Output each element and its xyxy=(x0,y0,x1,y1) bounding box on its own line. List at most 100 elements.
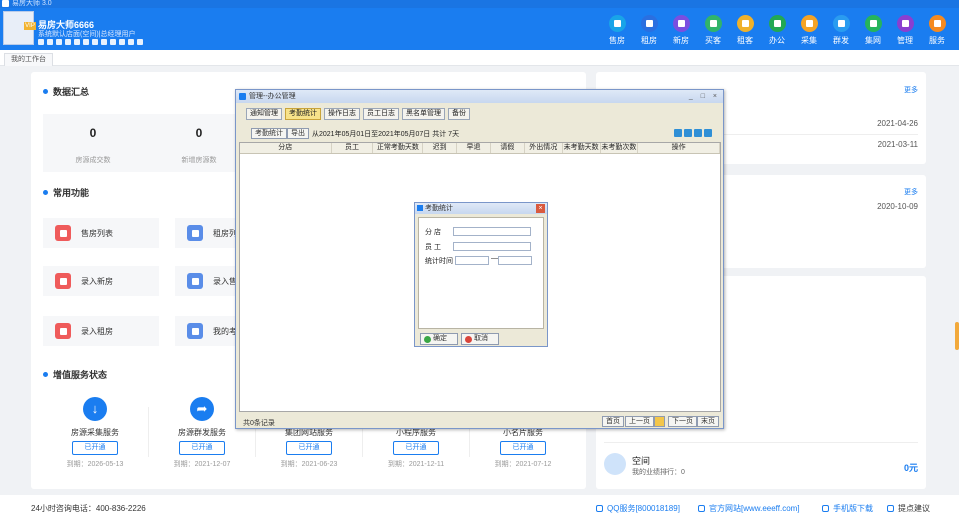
service-card-0: ↓ 房源采集服务已开通到期：2026-05-13 xyxy=(42,397,148,469)
download-icon: ↓ xyxy=(83,397,107,421)
service-status-button[interactable]: 已开通 xyxy=(72,441,118,455)
dialog-form: 分 店 员 工 统计时间 — xyxy=(418,217,544,329)
cancel-button[interactable]: 取消 xyxy=(461,333,499,345)
nav-item-6[interactable]: 采集 xyxy=(793,15,825,46)
last-page-button[interactable]: 末页 xyxy=(697,416,719,427)
office-tab-5[interactable]: 备份 xyxy=(448,108,470,120)
nav-item-4[interactable]: 租客 xyxy=(729,15,761,46)
service-expiry: 到期：2021-12-07 xyxy=(173,461,231,468)
ok-button[interactable]: 确定 xyxy=(420,333,458,345)
mobile-download-link[interactable]: 手机版下载 xyxy=(822,503,873,514)
website-link[interactable]: 官方网站[www.eeeff.com] xyxy=(698,503,800,514)
function-label: 录入新房 xyxy=(81,276,113,286)
main-nav: 售房 租房 新房 买客 租客 办公 采集 群发 集网 管理 服务 xyxy=(601,15,953,46)
office-tabs: 通知管理 考勤统计 操作日志 员工日志 黑名单管理 备份 xyxy=(246,108,470,120)
office-icon xyxy=(768,15,786,32)
column-header[interactable]: 正常考勤天数 xyxy=(373,143,424,153)
star-icon[interactable] xyxy=(65,39,71,45)
news2-more-link[interactable]: 更多 xyxy=(904,187,918,197)
chat-icon[interactable] xyxy=(47,39,53,45)
vip-badge: VIP xyxy=(24,22,36,30)
rank-sub: 我的业绩排行：0 xyxy=(632,469,685,476)
service-status-button[interactable]: 已开通 xyxy=(286,441,332,455)
column-header[interactable]: 员工 xyxy=(332,143,374,153)
service-status-button[interactable]: 已开通 xyxy=(179,441,225,455)
nav-item-8[interactable]: 集网 xyxy=(857,15,889,46)
function-item-0[interactable]: 售房列表 xyxy=(43,218,159,248)
nav-item-1[interactable]: 租房 xyxy=(633,15,665,46)
bell-icon[interactable] xyxy=(56,39,62,45)
lock-icon[interactable] xyxy=(101,39,107,45)
stat-new-listings[interactable]: 0 新增房源数 xyxy=(149,126,249,165)
nav-label: 管理 xyxy=(897,36,913,45)
service-expiry: 到期：2026-05-13 xyxy=(66,461,124,468)
column-header[interactable]: 未考勤天数 xyxy=(563,143,601,153)
start-date-input[interactable] xyxy=(455,256,489,265)
nav-item-5[interactable]: 办公 xyxy=(761,15,793,46)
office-tab-3[interactable]: 员工日志 xyxy=(363,108,399,120)
user-icon[interactable] xyxy=(92,39,98,45)
column-header[interactable]: 早退 xyxy=(457,143,491,153)
calendar-icon[interactable] xyxy=(74,39,80,45)
tab-workbench[interactable]: 我的工作台 xyxy=(4,53,53,66)
power-icon[interactable] xyxy=(137,39,143,45)
service-status-button[interactable]: 已开通 xyxy=(393,441,439,455)
nav-item-0[interactable]: 售房 xyxy=(601,15,633,46)
prev-week-icon[interactable] xyxy=(684,129,692,137)
office-tab-1[interactable]: 考勤统计 xyxy=(285,108,321,120)
hotline: 24小时咨询电话：400-836-2226 xyxy=(31,504,146,513)
settings-icon[interactable] xyxy=(128,39,134,45)
column-header[interactable]: 迟到 xyxy=(423,143,458,153)
note-icon[interactable] xyxy=(83,39,89,45)
column-header[interactable]: 操作 xyxy=(638,143,720,153)
services-title: 增值服务状态 xyxy=(43,368,107,381)
nav-item-2[interactable]: 新房 xyxy=(665,15,697,46)
last-week-icon[interactable] xyxy=(704,129,712,137)
branch-select[interactable] xyxy=(453,227,531,236)
end-date-input[interactable] xyxy=(498,256,532,265)
avatar[interactable]: VIP xyxy=(3,11,36,45)
prev-page-button[interactable]: 上一页 xyxy=(625,416,654,427)
next-page-button[interactable]: 下一页 xyxy=(668,416,697,427)
refresh-icon[interactable] xyxy=(119,39,125,45)
nav-item-7[interactable]: 群发 xyxy=(825,15,857,46)
staff-select[interactable] xyxy=(453,242,531,251)
stat-deals[interactable]: 0 房源成交数 xyxy=(43,126,143,165)
function-item-2[interactable]: 录入新房 xyxy=(43,266,159,296)
next-week-icon[interactable] xyxy=(694,129,702,137)
nav-item-9[interactable]: 管理 xyxy=(889,15,921,46)
office-tab-0[interactable]: 通知管理 xyxy=(246,108,282,120)
office-tab-2[interactable]: 操作日志 xyxy=(324,108,360,120)
service-name: 房源采集服务 xyxy=(71,428,119,437)
service-status-button[interactable]: 已开通 xyxy=(500,441,546,455)
function-label: 录入售 xyxy=(213,276,237,286)
news-more-link[interactable]: 更多 xyxy=(904,85,918,95)
nav-label: 服务 xyxy=(929,36,945,45)
service-expiry: 到期：2021-06-23 xyxy=(280,461,338,468)
office-tab-4[interactable]: 黑名单管理 xyxy=(402,108,445,120)
window-controls[interactable]: _ □ × xyxy=(689,90,720,103)
close-icon[interactable]: × xyxy=(536,204,545,213)
share-icon: ➦ xyxy=(190,397,214,421)
first-page-button[interactable]: 首页 xyxy=(602,416,624,427)
column-header[interactable]: 请假 xyxy=(491,143,525,153)
column-header[interactable]: 分店 xyxy=(240,143,332,153)
attendance-stat-button[interactable]: 考勤统计 xyxy=(251,128,287,139)
nav-item-10[interactable]: 服务 xyxy=(921,15,953,46)
phone-icon[interactable] xyxy=(110,39,116,45)
column-header[interactable]: 外出情况 xyxy=(525,143,563,153)
nav-label: 买客 xyxy=(705,36,721,45)
export-button[interactable]: 导出 xyxy=(287,128,309,139)
side-handle[interactable] xyxy=(955,322,959,350)
function-item-4[interactable]: 录入租房 xyxy=(43,316,159,346)
date-separator: — xyxy=(491,255,498,262)
qq-service-link[interactable]: QQ服务[800018189] xyxy=(596,503,680,514)
dialog-title-text: 考勤统计 xyxy=(425,205,453,212)
first-week-icon[interactable] xyxy=(674,129,682,137)
feedback-link[interactable]: 提点建议 xyxy=(887,503,930,514)
mail-icon[interactable] xyxy=(38,39,44,45)
column-header[interactable]: 未考勤次数 xyxy=(601,143,639,153)
house-icon xyxy=(608,15,626,32)
nav-label: 采集 xyxy=(801,36,817,45)
nav-item-3[interactable]: 买客 xyxy=(697,15,729,46)
